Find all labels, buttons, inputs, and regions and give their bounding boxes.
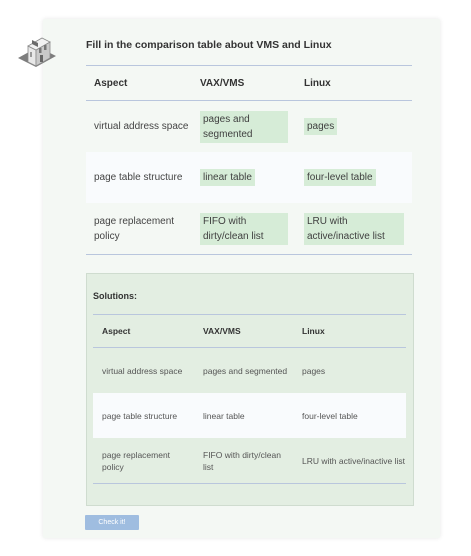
linux-cell: four-level table <box>293 393 406 438</box>
linux-cell: LRU with active/inactive list <box>293 438 406 484</box>
vms-answer-cell[interactable]: linear table <box>192 152 296 203</box>
vms-answer-chip[interactable]: linear table <box>200 169 255 186</box>
column-header-linux: Linux <box>296 65 412 101</box>
vms-answer-cell[interactable]: FIFO with dirty/clean list <box>192 203 296 255</box>
linux-answer-chip[interactable]: LRU with active/inactive list <box>304 212 404 245</box>
vms-cell: linear table <box>194 393 293 438</box>
linux-answer-cell[interactable]: four-level table <box>296 152 412 203</box>
vms-answer-cell[interactable]: pages and segmented <box>192 100 296 152</box>
column-header-vms: VAX/VMS <box>194 314 293 348</box>
aspect-cell: virtual address space <box>86 100 192 152</box>
column-header-aspect: Aspect <box>86 65 192 101</box>
aspect-cell: page table structure <box>93 393 194 438</box>
table-row: page table structure linear table four-l… <box>86 152 412 203</box>
check-button[interactable]: Check it! <box>85 515 139 530</box>
linux-answer-chip[interactable]: pages <box>304 118 338 135</box>
column-header-vms: VAX/VMS <box>192 65 296 101</box>
vms-answer-chip[interactable]: pages and segmented <box>200 110 288 143</box>
linux-answer-cell[interactable]: LRU with active/inactive list <box>296 203 412 255</box>
solutions-label: Solutions: <box>93 291 137 301</box>
aspect-cell: virtual address space <box>93 347 194 393</box>
column-header-linux: Linux <box>293 314 406 348</box>
table-row: page table structure linear table four-l… <box>93 393 406 438</box>
comparison-table: Aspect VAX/VMS Linux virtual address spa… <box>86 65 412 255</box>
table-row: page replacement policy FIFO with dirty/… <box>86 203 412 255</box>
table-header-row: Aspect VAX/VMS Linux <box>86 65 412 101</box>
solutions-table: Aspect VAX/VMS Linux virtual address spa… <box>93 314 406 484</box>
linux-answer-chip[interactable]: four-level table <box>304 169 376 186</box>
column-header-aspect: Aspect <box>93 314 194 348</box>
table-row: virtual address space pages and segmente… <box>86 100 412 152</box>
vms-cell: pages and segmented <box>194 347 293 393</box>
linux-answer-cell[interactable]: pages <box>296 100 412 152</box>
quiz-title: Fill in the comparison table about VMS a… <box>86 39 332 51</box>
aspect-cell: page replacement policy <box>93 438 194 484</box>
vms-answer-chip[interactable]: FIFO with dirty/clean list <box>200 212 288 245</box>
vms-cell: FIFO with dirty/clean list <box>194 438 293 484</box>
table-row: page replacement policy FIFO with dirty/… <box>93 438 406 484</box>
solutions-panel: Solutions: Aspect VAX/VMS Linux virtual … <box>86 273 414 506</box>
aspect-cell: page table structure <box>86 152 192 203</box>
building-logo-icon <box>18 37 56 67</box>
aspect-cell: page replacement policy <box>86 203 192 255</box>
table-header-row: Aspect VAX/VMS Linux <box>93 314 406 348</box>
linux-cell: pages <box>293 347 406 393</box>
table-row: virtual address space pages and segmente… <box>93 347 406 393</box>
